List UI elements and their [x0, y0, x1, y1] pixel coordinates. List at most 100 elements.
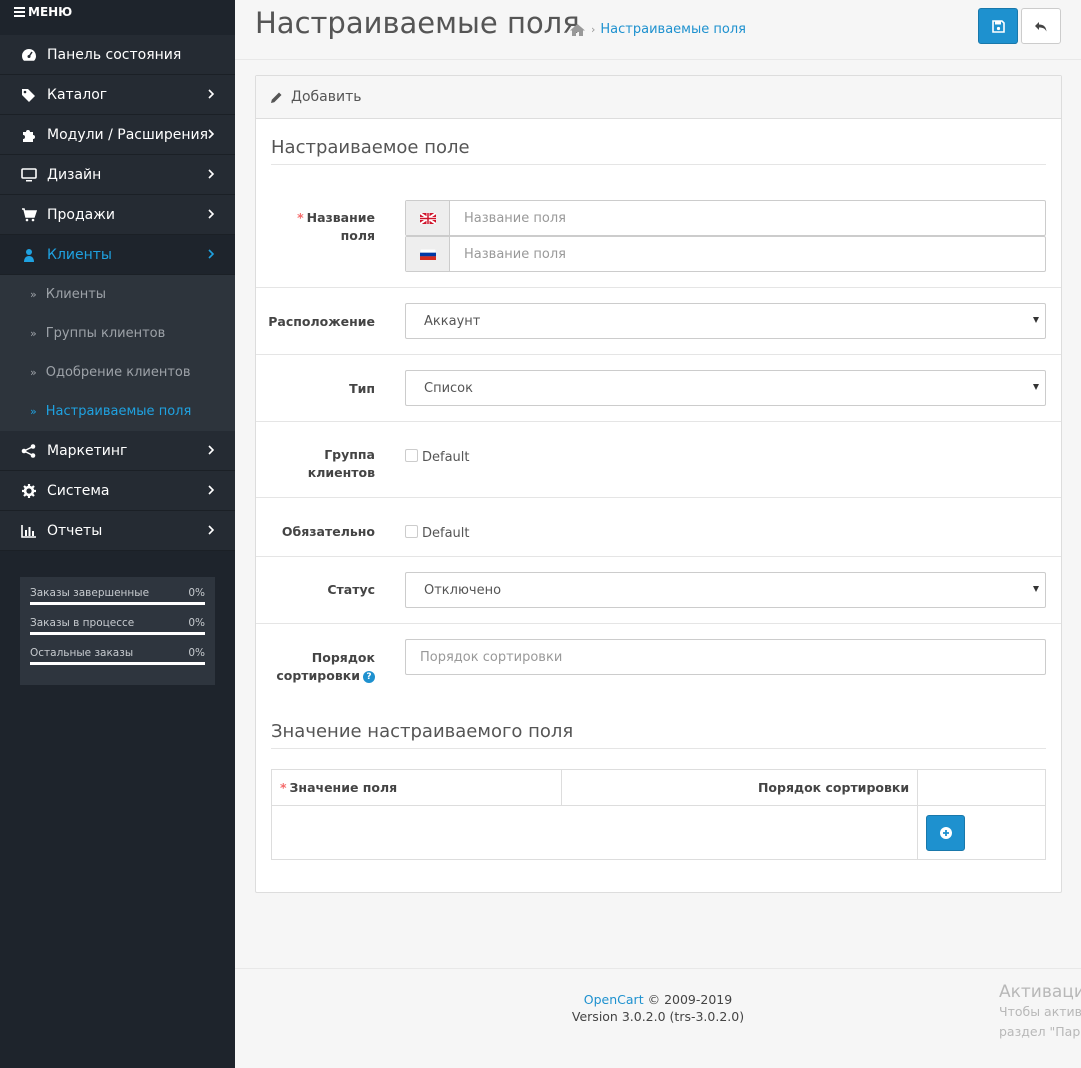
sort-order-label: Порядок сортировки? — [265, 649, 375, 685]
chevron-right-icon — [208, 209, 215, 219]
order-stats: Заказы завершенные 0% Заказы в процессе 0%… — [20, 577, 215, 685]
sidebar-item-label: Модули / Расширения — [47, 126, 209, 143]
checkbox-box[interactable] — [405, 525, 418, 538]
home-icon[interactable] — [569, 23, 586, 37]
caret-down-icon — [1033, 317, 1039, 323]
user-icon — [20, 247, 38, 263]
ru-flag-icon — [406, 237, 450, 271]
footer: OpenCart © 2009-2019 Version 3.0.2.0 (tr… — [235, 968, 1081, 1068]
breadcrumb-link[interactable]: Настраиваемые поля — [600, 22, 746, 37]
table-empty-cell — [270, 805, 919, 860]
add-value-button[interactable] — [926, 814, 966, 851]
location-select[interactable]: Аккаунт — [405, 303, 1046, 339]
section-legend-custom-field: Настраиваемое поле — [271, 137, 1046, 165]
stat-progress-bar — [30, 602, 205, 605]
required-asterisk: * — [297, 210, 304, 225]
sidebar-item-customers[interactable]: Клиенты — [0, 235, 235, 275]
plus-circle-icon — [939, 826, 952, 839]
sidebar-item-label: Продажи — [47, 206, 115, 223]
sidebar-subitem-customer-groups[interactable]: » Группы клиентов — [0, 314, 235, 353]
name-input-en[interactable]: Название поля — [405, 200, 1046, 236]
sidebar-item-label: Каталог — [47, 86, 108, 103]
chevron-right-icon — [208, 129, 215, 139]
required-label: Обязательно — [281, 524, 375, 539]
sidebar-item-system[interactable]: Система — [0, 471, 235, 511]
help-icon[interactable]: ? — [363, 670, 375, 683]
name-label-text: Название поля — [306, 210, 375, 243]
form-panel: Добавить Настраиваемое поле * Название по… — [255, 75, 1062, 893]
pencil-icon — [270, 91, 283, 104]
section-legend-field-values: Значение настраиваемого поля — [271, 721, 1046, 749]
table-header-sort: Порядок сортировки — [560, 769, 919, 806]
type-select[interactable]: Список — [405, 370, 1046, 406]
footer-version: Version 3.0.2.0 (trs-3.0.2.0) — [571, 1009, 745, 1024]
watermark-line1: Активаци — [999, 982, 1081, 1002]
stat-value: 0% — [188, 617, 205, 629]
dashboard-icon — [20, 47, 38, 63]
customer-group-checkbox[interactable]: Default — [405, 449, 470, 465]
sidebar-subitem-customers[interactable]: » Клиенты — [0, 275, 235, 314]
sidebar-subitem-customer-approval[interactable]: » Одобрение клиентов — [0, 353, 235, 392]
checkbox-label: Default — [422, 526, 470, 541]
sidebar-item-sales[interactable]: Продажи — [0, 195, 235, 235]
panel-heading: Добавить — [256, 76, 1061, 119]
stat-processing: Заказы в процессе 0% — [30, 617, 205, 635]
name-input-ru[interactable]: Название поля — [405, 236, 1046, 272]
table-header-row: * Значение поля Порядок сортировки — [271, 769, 1046, 806]
field-values-table: * Значение поля Порядок сортировки — [270, 769, 1046, 860]
back-button[interactable] — [1021, 8, 1061, 44]
checkbox-box[interactable] — [405, 449, 418, 462]
page-title: Настраиваемые поля — [255, 6, 580, 40]
stat-progress-bar — [30, 662, 205, 665]
menu-label: МЕНЮ — [28, 5, 73, 19]
status-select[interactable]: Отключено — [405, 572, 1046, 608]
stat-label: Заказы в процессе — [30, 617, 135, 629]
sort-order-input[interactable]: Порядок сортировки — [405, 639, 1046, 675]
sidebar-item-design[interactable]: Дизайн — [0, 155, 235, 195]
form-row-required: Обязательно Default — [256, 498, 1061, 557]
name-input-placeholder: Название поля — [464, 210, 566, 226]
sidebar-item-label: Система — [47, 482, 110, 499]
menu-toggle[interactable]: МЕНЮ — [0, 0, 235, 35]
sidebar-item-label: Отчеты — [47, 522, 103, 539]
form-row-type: Тип Список — [256, 355, 1061, 422]
chevron-right-icon — [208, 525, 215, 535]
form-row-sort-order: Порядок сортировки? Порядок сортировки — [256, 624, 1061, 704]
type-label: Тип — [349, 381, 375, 396]
watermark-line3: раздел "Пар — [999, 1024, 1081, 1039]
panel-title: Добавить — [291, 89, 362, 105]
sidebar-item-marketing[interactable]: Маркетинг — [0, 431, 235, 471]
tags-icon — [20, 87, 38, 103]
name-input-placeholder: Название поля — [464, 246, 566, 262]
page-header: Настраиваемые поля › Настраиваемые поля — [235, 0, 1081, 60]
cart-icon — [20, 207, 38, 223]
share-icon — [20, 443, 38, 459]
form-row-name: * Название поля Название поля Название по… — [256, 194, 1061, 288]
sidebar-subitem-label: Клиенты — [45, 287, 107, 302]
chevron-right-icon — [208, 249, 215, 259]
required-checkbox[interactable]: Default — [405, 525, 470, 541]
sidebar-item-catalog[interactable]: Каталог — [0, 75, 235, 115]
windows-activation-watermark: Активаци Чтобы актив раздел "Пар — [999, 982, 1081, 1042]
double-chevron-icon: » — [30, 366, 37, 379]
chevron-right-icon — [208, 169, 215, 179]
sidebar-subitem-custom-fields[interactable]: » Настраиваемые поля — [0, 392, 235, 431]
form-row-status: Статус Отключено — [256, 557, 1061, 624]
sidebar-item-dashboard[interactable]: Панель состояния — [0, 35, 235, 75]
caret-down-icon — [1033, 586, 1039, 592]
header-value-text: Значение поля — [289, 780, 398, 795]
sidebar-item-extensions[interactable]: Модули / Расширения — [0, 115, 235, 155]
save-button[interactable] — [978, 8, 1018, 44]
checkbox-label: Default — [422, 450, 470, 465]
breadcrumb-separator: › — [591, 23, 596, 36]
sidebar-item-reports[interactable]: Отчеты — [0, 511, 235, 551]
opencart-link[interactable]: OpenCart — [584, 992, 644, 1007]
status-value: Отключено — [424, 582, 502, 598]
sidebar-item-label: Дизайн — [47, 166, 102, 183]
sidebar: МЕНЮ Панель состояния Каталог Модули / Р… — [0, 0, 235, 1068]
customer-group-label: Группа клиентов — [307, 447, 375, 480]
location-label: Расположение — [268, 314, 375, 329]
reply-icon — [1035, 21, 1047, 31]
chevron-right-icon — [208, 445, 215, 455]
sort-order-placeholder: Порядок сортировки — [420, 649, 563, 665]
